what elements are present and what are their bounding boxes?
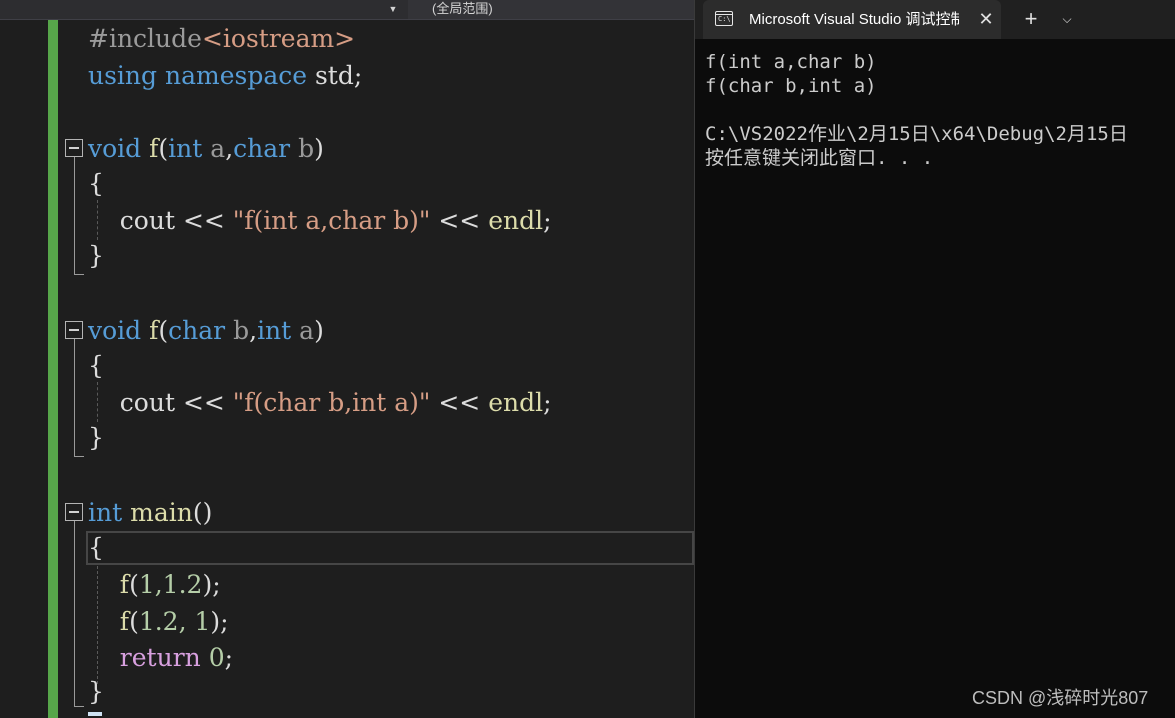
keyword: int: [88, 498, 123, 527]
code-line-cout1[interactable]: cout << "f(int a,char b)" << endl;: [88, 203, 552, 239]
punct: ,: [249, 316, 258, 345]
parameter: a: [299, 316, 315, 345]
code-line-brace-close[interactable]: }: [88, 420, 104, 456]
scope-dropdown[interactable]: (全局范围): [408, 0, 694, 19]
code-line-brace-open[interactable]: {: [88, 166, 104, 202]
tab-title: Microsoft Visual Studio 调试控制台: [749, 11, 959, 28]
plus-icon[interactable]: +: [1017, 0, 1045, 39]
brace: }: [88, 677, 104, 706]
keyword: int: [168, 134, 203, 163]
brace: {: [88, 533, 104, 562]
code-line-call1[interactable]: f(1,1.2);: [88, 567, 221, 603]
string-literal: "f(int a,char b)": [232, 206, 431, 235]
collapse-minus-icon[interactable]: [65, 139, 83, 157]
numeric-literal: 1,1.2: [138, 570, 203, 599]
fold-outline-end: [74, 274, 84, 275]
punct: (: [129, 570, 139, 599]
parameter: b: [298, 134, 315, 163]
include-header: <iostream>: [201, 24, 356, 53]
chevron-down-icon[interactable]: ⌵: [1055, 0, 1079, 39]
fold-outline: [74, 339, 75, 456]
code-editor[interactable]: ▼ (全局范围) #include<iostream> using namesp…: [0, 0, 694, 718]
fold-outline-end: [74, 706, 84, 707]
numeric-literal: 1.2, 1: [138, 607, 211, 636]
text-caret-marker: [88, 712, 102, 716]
punct: ): [314, 316, 324, 345]
punct: (): [192, 498, 213, 527]
code-line-using[interactable]: using namespace std;: [88, 58, 362, 94]
code-line-call2[interactable]: f(1.2, 1);: [88, 604, 229, 640]
brace: }: [88, 423, 104, 452]
console-output-path: C:\VS2022作业\2月15日\x64\Debug\2月15日: [705, 123, 1128, 145]
operator: <<: [175, 206, 233, 235]
change-tracking-bar: [48, 20, 58, 718]
watermark: CSDN @浅碎时光807: [972, 688, 1149, 708]
parameter: a: [210, 134, 226, 163]
collapse-minus-icon[interactable]: [65, 321, 83, 339]
keyword: namespace: [164, 61, 308, 90]
code-line-return[interactable]: return 0;: [88, 640, 233, 676]
terminal-tab-bar: C:\ Microsoft Visual Studio 调试控制台 ✕ + ⌵: [695, 0, 1175, 39]
operator: <<: [175, 388, 233, 417]
close-icon[interactable]: ✕: [975, 0, 997, 39]
identifier: endl: [488, 388, 544, 417]
keyword: void: [88, 134, 142, 163]
console-prompt-message: 按任意键关闭此窗口. . .: [705, 147, 934, 169]
string-literal: "f(char b,int a)": [232, 388, 431, 417]
fold-outline: [74, 521, 75, 706]
punct: (: [129, 607, 139, 636]
operator: <<: [430, 206, 489, 235]
function-call: f: [119, 607, 130, 636]
parameter: b: [233, 316, 250, 345]
operator: <<: [430, 388, 489, 417]
brace: {: [88, 169, 104, 198]
identifier: cout: [119, 388, 175, 417]
keyword: using: [88, 61, 158, 90]
code-line-func1-signature[interactable]: void f(int a,char b): [88, 131, 324, 167]
punct: ): [314, 134, 324, 163]
punct: (: [158, 316, 169, 345]
punct: ;: [224, 643, 234, 672]
identifier: endl: [488, 206, 544, 235]
code-line-brace-open[interactable]: {: [88, 530, 104, 566]
console-output-line: f(int a,char b): [705, 51, 877, 73]
function-name: main: [130, 498, 193, 527]
include-directive: #include: [88, 24, 202, 53]
keyword: void: [88, 316, 142, 345]
code-line-cout2[interactable]: cout << "f(char b,int a)" << endl;: [88, 385, 552, 421]
keyword: int: [257, 316, 292, 345]
code-line-include[interactable]: #include<iostream>: [88, 21, 355, 57]
identifier: std;: [307, 61, 363, 90]
function-call: f: [119, 570, 130, 599]
punct: );: [210, 607, 229, 636]
code-line-brace-close[interactable]: }: [88, 238, 104, 274]
punct: (: [158, 134, 169, 163]
collapse-minus-icon[interactable]: [65, 503, 83, 521]
console-output-line: f(char b,int a): [705, 75, 877, 97]
brace: {: [88, 351, 104, 380]
keyword: return: [119, 643, 201, 672]
fold-outline-end: [74, 456, 84, 457]
debug-console-window[interactable]: C:\ Microsoft Visual Studio 调试控制台 ✕ + ⌵ …: [694, 0, 1175, 718]
punct: ,: [225, 134, 234, 163]
current-line-highlight: [86, 531, 694, 565]
punct: );: [202, 570, 221, 599]
code-line-func2-signature[interactable]: void f(char b,int a): [88, 313, 324, 349]
numeric-literal: 0: [208, 643, 225, 672]
console-icon-label: C:\: [718, 15, 731, 23]
code-line-brace-close[interactable]: }: [88, 674, 104, 710]
tab-debug-console[interactable]: C:\ Microsoft Visual Studio 调试控制台 ✕: [703, 0, 1001, 39]
chevron-down-icon[interactable]: ▼: [386, 1, 400, 17]
identifier: cout: [119, 206, 175, 235]
brace: }: [88, 241, 104, 270]
fold-outline: [74, 157, 75, 274]
navigation-bar: ▼ (全局范围): [0, 0, 694, 20]
console-icon: C:\: [715, 11, 733, 26]
punct: ;: [543, 388, 552, 417]
keyword: char: [168, 316, 226, 345]
punct: ;: [543, 206, 552, 235]
code-line-main-signature[interactable]: int main(): [88, 495, 212, 531]
keyword: char: [233, 134, 291, 163]
code-line-brace-open[interactable]: {: [88, 348, 104, 384]
